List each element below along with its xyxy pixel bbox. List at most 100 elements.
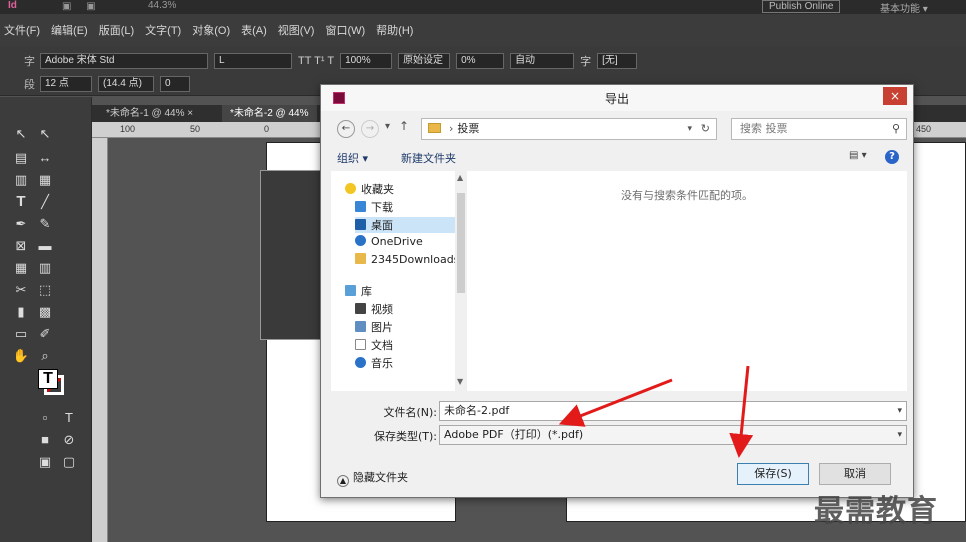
content-placer-icon[interactable]: ▦ xyxy=(36,171,54,189)
menu-edit[interactable]: 编辑(E) xyxy=(51,22,88,38)
eyedropper-tool-icon[interactable]: ✐ xyxy=(36,325,54,343)
nav-pane-scrollbar[interactable]: ▲ ▼ xyxy=(455,171,467,391)
character-panel-button[interactable]: 字 xyxy=(580,53,591,69)
menu-file[interactable]: 文件(F) xyxy=(4,22,40,38)
shift-field[interactable]: 0% xyxy=(456,53,505,69)
preview-mode-icon[interactable]: ▢ xyxy=(60,453,78,471)
scroll-thumb[interactable] xyxy=(457,193,465,293)
menu-table[interactable]: 表(A) xyxy=(241,22,267,38)
cancel-button[interactable]: 取消 xyxy=(819,463,891,485)
view-options-icon[interactable]: ▤ ▾ xyxy=(849,150,873,164)
font-size-field[interactable]: 12 点 xyxy=(40,76,92,92)
horizontal-scale-field[interactable]: 100% xyxy=(340,53,393,69)
help-icon[interactable]: ? xyxy=(885,150,899,164)
gradient-swatch-tool-icon[interactable]: ▮ xyxy=(12,303,30,321)
nav-desktop[interactable]: 桌面 xyxy=(355,217,465,233)
menu-layout[interactable]: 版面(L) xyxy=(99,22,134,38)
line-tool-icon[interactable]: ╱ xyxy=(36,193,54,211)
nav-music[interactable]: 音乐 xyxy=(355,355,465,371)
none-style-select[interactable]: [无] xyxy=(597,53,638,69)
gap-tool-icon[interactable]: ↔ xyxy=(36,149,54,167)
note-tool-icon[interactable]: ▭ xyxy=(12,325,30,343)
up-folder-icon[interactable]: ↑ xyxy=(399,119,409,133)
auto-select[interactable]: 自动 xyxy=(510,53,575,69)
filename-input[interactable]: 未命名-2.pdf ▾ xyxy=(439,401,907,421)
nav-library[interactable]: 库 xyxy=(345,283,372,299)
address-bar[interactable]: › 投票 ▾ ↻ xyxy=(421,118,717,140)
page-tool-icon[interactable]: ▤ xyxy=(12,149,30,167)
save-button[interactable]: 保存(S) xyxy=(737,463,809,485)
placed-image-thumbnail[interactable] xyxy=(260,170,326,340)
screen-mode-icon[interactable]: ▣ xyxy=(36,453,54,471)
organize-button[interactable]: 组织 ▾ xyxy=(337,150,368,166)
nav-documents[interactable]: 文档 xyxy=(355,337,465,353)
horizontal-grid-tool-icon[interactable]: ▦ xyxy=(12,259,30,277)
new-folder-button[interactable]: 新建文件夹 xyxy=(401,150,456,166)
nav-favorites[interactable]: 收藏夹 xyxy=(345,181,394,197)
zoom-level[interactable]: 44.3% xyxy=(148,0,176,11)
search-icon[interactable]: ⚲ xyxy=(892,119,900,139)
back-icon[interactable]: ← xyxy=(337,120,355,138)
refresh-icon[interactable]: ↻ xyxy=(701,119,710,139)
menu-object[interactable]: 对象(O) xyxy=(192,22,230,38)
publish-online-button[interactable]: Publish Online xyxy=(762,0,841,13)
chevron-down-icon[interactable]: ▾ xyxy=(897,402,902,420)
menu-type[interactable]: 文字(T) xyxy=(145,22,181,38)
gradient-feather-tool-icon[interactable]: ▩ xyxy=(36,303,54,321)
pencil-tool-icon[interactable]: ✎ xyxy=(36,215,54,233)
close-button[interactable]: × xyxy=(883,87,907,105)
dialog-title-bar[interactable]: 导出 × xyxy=(321,85,913,111)
vertical-ruler xyxy=(92,138,108,542)
tracking-field[interactable]: 0 xyxy=(160,76,190,92)
vertical-grid-tool-icon[interactable]: ▥ xyxy=(36,259,54,277)
rectangle-tool-icon[interactable]: ▬ xyxy=(36,237,54,255)
scissors-tool-icon[interactable]: ✂ xyxy=(12,281,30,299)
menu-view[interactable]: 视图(V) xyxy=(278,22,315,38)
format-text-icon[interactable]: T xyxy=(60,409,78,427)
workspace-switcher[interactable]: 基本功能 ▾ xyxy=(880,0,928,15)
forward-icon[interactable]: → xyxy=(361,120,379,138)
address-dropdown-icon[interactable]: ▾ xyxy=(687,119,692,139)
document-tab-2[interactable]: *未命名-2 @ 44% xyxy=(222,105,317,122)
paragraph-mode-label[interactable]: 段 xyxy=(24,76,35,92)
menu-help[interactable]: 帮助(H) xyxy=(376,22,413,38)
font-style-select[interactable]: L xyxy=(214,53,292,69)
nav-downloads[interactable]: 下载 xyxy=(355,199,465,215)
font-family-select[interactable]: Adobe 宋体 Std xyxy=(40,53,208,69)
zoom-tool-icon[interactable]: ⌕ xyxy=(36,347,54,365)
text-case-icons[interactable]: TT T¹ T xyxy=(298,55,334,67)
nav-pictures[interactable]: 图片 xyxy=(355,319,465,335)
filetype-select[interactable]: Adobe PDF（打印）(*.pdf) ▾ xyxy=(439,425,907,445)
free-transform-tool-icon[interactable]: ⬚ xyxy=(36,281,54,299)
selection-tool-icon[interactable]: ↖ xyxy=(12,125,30,143)
nav-onedrive[interactable]: OneDrive xyxy=(355,235,465,248)
fill-swatch-icon[interactable]: T xyxy=(38,369,58,389)
pen-tool-icon[interactable]: ✒ xyxy=(12,215,30,233)
hide-folders-toggle[interactable]: ▲ 隐藏文件夹 xyxy=(337,469,408,487)
type-tool-icon[interactable]: T xyxy=(12,193,30,211)
app-bar-icons[interactable]: ▣ ▣ xyxy=(62,1,102,12)
document-tab-1[interactable]: *未命名-1 @ 44% × xyxy=(98,105,201,122)
fill-stroke-swatch[interactable]: T xyxy=(38,369,64,395)
nav-2345downloads[interactable]: 2345Downloads xyxy=(355,253,465,266)
baseline-style-select[interactable]: 原始设定 xyxy=(398,53,451,69)
path-folder[interactable]: 投票 xyxy=(457,122,479,135)
filetype-row: 保存类型(T): Adobe PDF（打印）(*.pdf) ▾ xyxy=(331,425,907,447)
apply-color-icon[interactable]: ■ xyxy=(36,431,54,449)
nav-videos[interactable]: 视频 xyxy=(355,301,465,317)
direct-selection-tool-icon[interactable]: ↖ xyxy=(36,125,54,143)
scroll-up-icon[interactable]: ▲ xyxy=(457,173,463,182)
scroll-down-icon[interactable]: ▼ xyxy=(457,377,463,386)
search-input[interactable]: 搜索 投票 ⚲ xyxy=(731,118,907,140)
hand-tool-icon[interactable]: ✋ xyxy=(12,347,30,365)
recent-locations-icon[interactable]: ▾ xyxy=(385,121,390,132)
format-container-icon[interactable]: ▫ xyxy=(36,409,54,427)
character-mode-label[interactable]: 字 xyxy=(24,53,35,69)
menu-window[interactable]: 窗口(W) xyxy=(325,22,365,38)
frame-tool-icon[interactable]: ⊠ xyxy=(12,237,30,255)
leading-field[interactable]: (14.4 点) xyxy=(98,76,154,92)
content-collector-icon[interactable]: ▥ xyxy=(12,171,30,189)
chevron-down-icon[interactable]: ▾ xyxy=(897,426,902,444)
file-list-pane[interactable]: 没有与搜索条件匹配的项。 xyxy=(467,171,907,391)
apply-none-icon[interactable]: ⊘ xyxy=(60,431,78,449)
